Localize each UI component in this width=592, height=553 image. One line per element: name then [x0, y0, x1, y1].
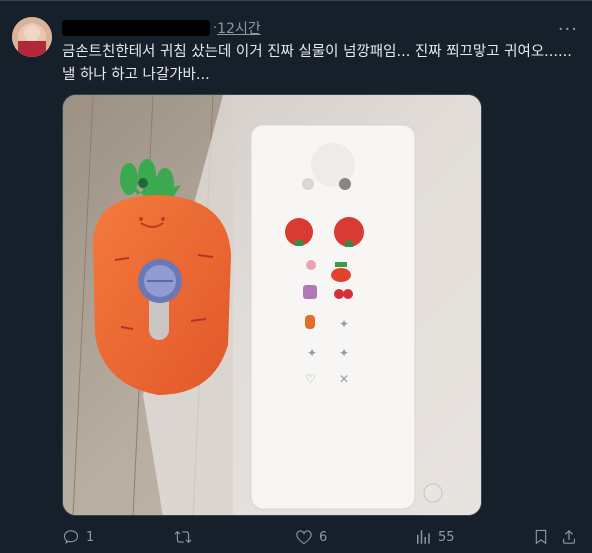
- reply-icon: [63, 530, 79, 544]
- photo-image: ✦ ✦ ✦ ♡ ✕: [63, 95, 481, 515]
- tweet-header: · 12시간: [62, 17, 261, 39]
- timestamp-link[interactable]: 12시간: [217, 18, 261, 38]
- more-options-icon[interactable]: ···: [558, 19, 578, 40]
- avatar-image: [12, 17, 52, 57]
- share-icon: [563, 529, 575, 544]
- views-count: 55: [438, 529, 455, 545]
- like-button[interactable]: 6: [295, 528, 327, 546]
- svg-text:✦: ✦: [339, 346, 349, 360]
- avatar[interactable]: [12, 17, 52, 57]
- retweet-button[interactable]: [174, 528, 198, 546]
- views-button[interactable]: 55: [414, 528, 455, 546]
- tweet-text: 금손트친한테서 귀침 샀는데 이거 진짜 실물이 넘깡패임... 진짜 쬐끄맣고…: [62, 44, 572, 83]
- bookmark-icon: [535, 529, 547, 545]
- retweet-icon: [174, 530, 192, 544]
- heart-icon: [296, 530, 312, 545]
- share-button[interactable]: [560, 528, 584, 546]
- svg-text:✦: ✦: [339, 317, 349, 331]
- redacted-username[interactable]: [62, 20, 210, 36]
- bookmark-button[interactable]: [532, 528, 556, 546]
- svg-text:✕: ✕: [339, 372, 349, 386]
- svg-text:✦: ✦: [307, 346, 317, 360]
- like-count: 6: [319, 529, 328, 545]
- tweet-photo[interactable]: ✦ ✦ ✦ ♡ ✕: [62, 94, 482, 516]
- tweet-actions: 1 6 55: [62, 526, 582, 548]
- views-chart-icon: [417, 530, 430, 544]
- tweet[interactable]: · 12시간 ··· 금손트친한테서 귀침 샀는데 이거 진짜 실물이 넘깡패임…: [0, 0, 592, 553]
- reply-count: 1: [86, 529, 95, 545]
- svg-text:♡: ♡: [305, 372, 316, 386]
- reply-button[interactable]: 1: [62, 528, 94, 546]
